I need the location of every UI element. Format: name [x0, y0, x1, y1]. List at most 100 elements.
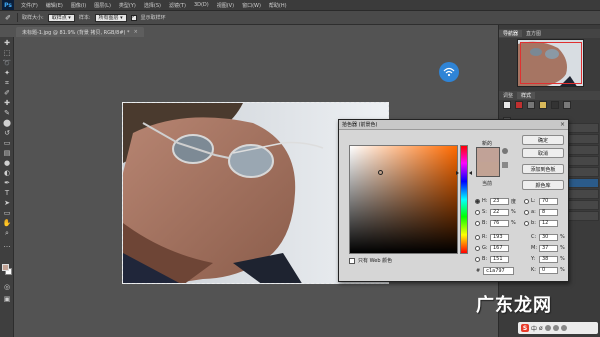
radio-l[interactable]	[524, 198, 529, 204]
r-input[interactable]: 193	[490, 233, 509, 241]
web-only-checkbox[interactable]	[349, 257, 355, 264]
radio-a[interactable]	[524, 209, 529, 215]
gradient-tool-icon[interactable]: ▤	[2, 149, 12, 158]
menu-file[interactable]: 文件(F)	[17, 2, 42, 9]
menu-view[interactable]: 视图(V)	[213, 2, 238, 9]
healing-tool-icon[interactable]: ✚	[2, 99, 12, 108]
close-icon[interactable]: ×	[560, 121, 565, 128]
ok-button[interactable]: 确定	[522, 135, 564, 145]
web-safe-cube-icon[interactable]	[502, 162, 508, 168]
h-input[interactable]: 23	[490, 197, 509, 205]
ime-extra-label[interactable]: ø	[539, 325, 543, 332]
add-to-swatches-button[interactable]: 添加到色板	[522, 164, 564, 174]
screen-mode-icon[interactable]: ▣	[2, 295, 12, 304]
ime-settings-icon[interactable]	[544, 325, 551, 331]
layer-row[interactable]	[565, 189, 599, 199]
layer-row[interactable]	[565, 123, 599, 133]
eyedropper-icon[interactable]: ✐	[3, 13, 13, 23]
marquee-tool-icon[interactable]: ⬚	[2, 49, 12, 58]
layer-row-selected[interactable]	[565, 178, 599, 188]
b-hsb-input[interactable]: 76	[490, 219, 509, 227]
radio-b-rgb[interactable]	[475, 256, 480, 262]
a-input[interactable]: 8	[539, 208, 558, 216]
y-input[interactable]: 38	[539, 255, 558, 263]
more-tools-icon[interactable]: …	[2, 241, 12, 250]
move-tool-icon[interactable]: ✚	[2, 39, 12, 48]
quick-select-icon[interactable]: ✦	[2, 69, 12, 78]
menu-layer[interactable]: 图层(L)	[90, 2, 115, 9]
color-libraries-button[interactable]: 颜色库	[522, 180, 564, 190]
b-rgb-input[interactable]: 151	[490, 255, 509, 263]
layer-row[interactable]	[565, 156, 599, 166]
wifi-icon[interactable]	[439, 62, 459, 82]
saturation-brightness-field[interactable]	[349, 145, 458, 254]
eraser-tool-icon[interactable]: ▭	[2, 139, 12, 148]
hue-slider-right-arrow[interactable]	[469, 171, 472, 175]
m-input[interactable]: 37	[539, 244, 558, 252]
layer-row[interactable]	[565, 211, 599, 221]
menu-type[interactable]: 类型(Y)	[115, 2, 140, 9]
hex-input[interactable]: c1a797	[483, 267, 515, 275]
tab-adjustments[interactable]: 调整	[499, 92, 517, 99]
menu-image[interactable]: 图像(I)	[67, 2, 90, 9]
lasso-tool-icon[interactable]: ➰	[2, 59, 12, 68]
current-color-swatch[interactable]	[476, 162, 500, 177]
style-swatch[interactable]	[551, 101, 559, 109]
radio-h[interactable]	[475, 198, 480, 204]
hue-slider-left-arrow[interactable]	[456, 171, 459, 175]
radio-b-hsb[interactable]	[475, 220, 480, 226]
style-swatch[interactable]	[527, 101, 535, 109]
zoom-tool-icon[interactable]: ⌕	[2, 229, 12, 238]
tab-histogram[interactable]: 直方图	[522, 30, 545, 37]
radio-r[interactable]	[475, 234, 480, 240]
gamut-warning-icon[interactable]	[502, 148, 508, 154]
radio-s[interactable]	[475, 209, 480, 215]
hand-tool-icon[interactable]: ✋	[2, 219, 12, 228]
menu-help[interactable]: 帮助(H)	[265, 2, 291, 9]
tab-navigator[interactable]: 导航器	[499, 30, 523, 37]
b-lab-input[interactable]: 12	[539, 219, 558, 227]
layer-row[interactable]	[565, 145, 599, 155]
style-swatch[interactable]	[515, 101, 523, 109]
quick-mask-icon[interactable]: ◎	[2, 283, 12, 292]
navigator-view-box[interactable]	[520, 42, 582, 84]
eyedropper-tool-icon[interactable]: ✐	[2, 89, 12, 98]
show-ring-checkbox[interactable]: ✓	[130, 14, 137, 21]
c-input[interactable]: 30	[539, 233, 558, 241]
color-picker-ring[interactable]	[378, 170, 383, 175]
s-input[interactable]: 22	[490, 208, 509, 216]
layer-row[interactable]	[565, 200, 599, 210]
sample-select[interactable]: 所有图层 ▾	[94, 13, 127, 22]
ime-skin-icon[interactable]	[560, 325, 567, 331]
sample-size-select[interactable]: 取样点 ▾	[47, 13, 75, 22]
crop-tool-icon[interactable]: ⌗	[2, 79, 12, 88]
layer-row[interactable]	[565, 134, 599, 144]
pen-tool-icon[interactable]: ✒	[2, 179, 12, 188]
radio-b-lab[interactable]	[524, 220, 529, 226]
history-brush-icon[interactable]: ↺	[2, 129, 12, 138]
g-input[interactable]: 167	[490, 244, 509, 252]
document-tab[interactable]: 未标题-1.jpg @ 81.9% (背景 拷贝, RGB/8#) * ×	[16, 27, 144, 37]
menu-window[interactable]: 窗口(W)	[238, 2, 265, 9]
k-input[interactable]: 0	[539, 266, 558, 274]
tab-styles[interactable]: 样式	[517, 92, 536, 99]
ime-mode-label[interactable]: 中	[531, 324, 537, 333]
menu-edit[interactable]: 编辑(E)	[42, 2, 67, 9]
l-input[interactable]: 70	[539, 197, 558, 205]
shape-tool-icon[interactable]: ▭	[2, 209, 12, 218]
dodge-tool-icon[interactable]: ◐	[2, 169, 12, 178]
brush-tool-icon[interactable]: ✎	[2, 109, 12, 118]
layer-row[interactable]	[565, 167, 599, 177]
ime-keyboard-icon[interactable]	[552, 325, 559, 331]
navigator-thumbnail[interactable]	[517, 39, 584, 87]
dialog-title-bar[interactable]: 拾色器 (前景色) ×	[339, 120, 568, 130]
type-tool-icon[interactable]: T	[2, 189, 12, 198]
path-select-icon[interactable]: ➤	[2, 199, 12, 208]
style-swatch[interactable]	[539, 101, 547, 109]
menu-3d[interactable]: 3D(D)	[190, 2, 213, 8]
radio-g[interactable]	[475, 245, 480, 251]
ime-toolbar[interactable]: S 中 ø	[518, 322, 598, 334]
foreground-color-swatch[interactable]	[2, 264, 9, 271]
menu-select[interactable]: 选择(S)	[140, 2, 165, 9]
menu-filter[interactable]: 滤镜(T)	[165, 2, 190, 9]
